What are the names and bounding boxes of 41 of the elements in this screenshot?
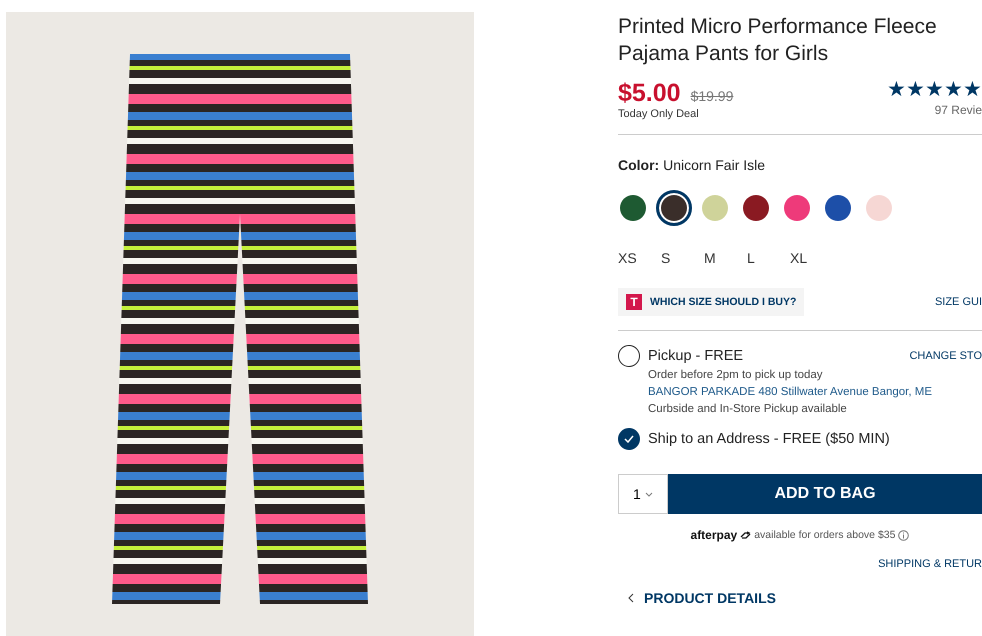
chevron-left-icon xyxy=(628,593,634,603)
sale-price: $5.00 xyxy=(618,79,681,107)
color-swatch[interactable] xyxy=(743,195,769,221)
product-details-link[interactable]: PRODUCT DETAILS xyxy=(644,590,776,606)
logo-icon: T xyxy=(626,294,642,310)
size-guide-link[interactable]: SIZE GUI xyxy=(934,296,982,308)
arrows-icon xyxy=(740,530,752,540)
deal-note: Today Only Deal xyxy=(618,108,700,120)
change-store-link[interactable]: CHANGE STO xyxy=(909,350,982,362)
color-swatch[interactable] xyxy=(825,195,851,221)
color-label: Color: Unicorn Fair Isle xyxy=(618,157,766,173)
afterpay-logo: afterpay xyxy=(690,528,738,542)
color-swatch[interactable] xyxy=(866,195,892,221)
color-swatch[interactable] xyxy=(656,190,692,226)
pickup-note: Curbside and In-Store Pickup available xyxy=(648,402,848,417)
color-swatch[interactable] xyxy=(620,195,646,221)
chevron-down-icon xyxy=(644,492,653,496)
radio-button[interactable] xyxy=(618,345,640,367)
size-option[interactable]: XL xyxy=(790,248,833,268)
radio-button[interactable] xyxy=(618,428,640,450)
afterpay-note: available for orders above $35 xyxy=(754,529,896,541)
star-rating[interactable]: ★★★★★ xyxy=(887,79,982,101)
size-option[interactable]: S xyxy=(661,248,704,268)
original-price: $19.99 xyxy=(690,88,734,104)
add-to-bag-button[interactable]: ADD TO BAG xyxy=(668,474,982,514)
size-option[interactable]: M xyxy=(704,248,747,268)
quantity-select[interactable]: 1 xyxy=(618,474,668,514)
check-icon xyxy=(624,435,634,443)
pickup-note: Order before 2pm to pick up today xyxy=(648,368,824,383)
size-option[interactable]: XS xyxy=(618,248,661,268)
color-swatch[interactable] xyxy=(702,195,728,221)
size-option[interactable]: L xyxy=(747,248,790,268)
info-icon[interactable] xyxy=(898,530,910,540)
size-help-button[interactable]: T WHICH SIZE SHOULD I BUY? xyxy=(618,288,804,316)
delivery-option: Pickup - FREE xyxy=(648,348,744,364)
shipping-returns-link[interactable]: SHIPPING & RETUR xyxy=(878,558,982,570)
review-count[interactable]: 97 Revie xyxy=(934,103,982,117)
store-address[interactable]: BANGOR PARKADE 480 Stillwater Avenue Bangor, ME xyxy=(648,384,982,401)
color-swatch[interactable] xyxy=(784,195,810,221)
delivery-option: Ship to an Address - FREE ($50 MIN) xyxy=(648,431,890,447)
product-title: Printed Micro Performance Fleece Pajama Pants for Girls xyxy=(618,14,938,67)
